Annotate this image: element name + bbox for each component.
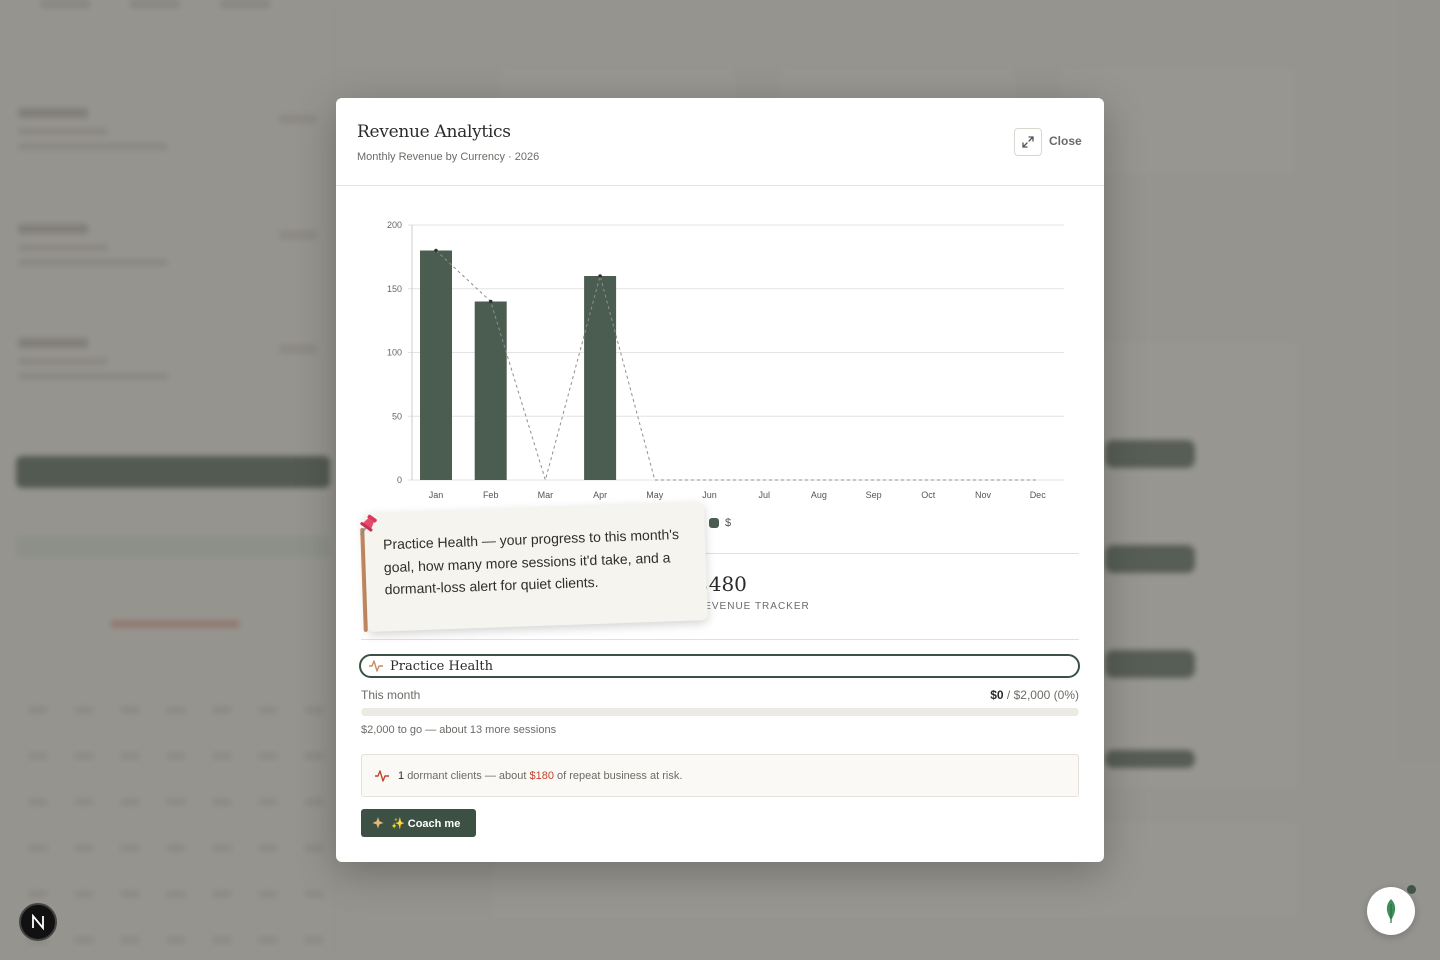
month-label: This month: [361, 688, 421, 702]
practice-health-header[interactable]: Practice Health: [359, 654, 1080, 678]
legend-swatch: [709, 518, 719, 528]
x-tick-label: Apr: [593, 490, 607, 500]
revenue-analytics-modal: Revenue Analytics Monthly Revenue by Cur…: [336, 98, 1104, 862]
goal-progress-bar: [361, 708, 1079, 716]
bar-jan: [420, 250, 452, 480]
modal-title: Revenue Analytics: [357, 122, 511, 142]
coach-me-label: ✨ Coach me: [391, 817, 461, 830]
modal-header: Revenue Analytics Monthly Revenue by Cur…: [336, 98, 1104, 186]
revenue-tracker-label: REVENUE TRACKER: [696, 601, 810, 612]
sparkle-icon: [372, 817, 384, 829]
alert-text-a: dormant clients — about: [407, 769, 527, 782]
x-tick-label: Oct: [921, 490, 936, 500]
x-tick-label: May: [646, 490, 664, 500]
dormant-alert: 1 dormant clients — about $180 of repeat…: [361, 754, 1079, 797]
onboarding-tooltip: Practice Health — your progress to this …: [364, 502, 708, 632]
x-tick-label: Jan: [429, 490, 444, 500]
coach-me-button[interactable]: ✨ Coach me: [361, 809, 476, 837]
chart-svg: 0 50 100 150 200 Jan Feb Mar Apr May Jun Jul Aug Sep O…: [387, 220, 1064, 500]
chart-legend: $: [709, 517, 731, 529]
pulse-icon: [375, 769, 389, 782]
current-amount: $0: [990, 688, 1004, 702]
tooltip-text: Practice Health — your progress to this …: [382, 526, 680, 598]
dormant-alert-text: 1 dormant clients — about $180 of repeat…: [398, 770, 682, 782]
revenue-chart: 0 50 100 150 200 Jan Feb Mar Apr May Jun Jul Aug Sep O…: [366, 208, 1076, 518]
leaf-widget-button[interactable]: [1367, 887, 1415, 935]
goal-percent: (0%): [1053, 688, 1079, 702]
at-risk-amount: $180: [529, 769, 554, 782]
pushpin-icon: [360, 514, 377, 536]
y-tick-label: 100: [387, 348, 402, 358]
x-tick-label: Sep: [866, 490, 882, 500]
legend-label: $: [725, 517, 732, 529]
modal-subtitle: Monthly Revenue by Currency · 2026: [357, 151, 540, 163]
data-point: [598, 274, 602, 278]
x-tick-label: Nov: [975, 490, 992, 500]
x-tick-label: Dec: [1030, 490, 1047, 500]
expand-button[interactable]: [1014, 128, 1042, 156]
pulse-icon: [369, 660, 383, 672]
y-tick-label: 150: [387, 284, 402, 294]
y-tick-label: 0: [397, 475, 402, 485]
x-tick-label: Aug: [811, 490, 827, 500]
leaf-icon: [1386, 899, 1396, 923]
x-tick-label: Jul: [758, 490, 770, 500]
divider: [361, 639, 1079, 640]
data-point: [434, 248, 438, 253]
practice-health-title: Practice Health: [390, 658, 494, 674]
goal-progress-text: $0 / $2,000 (0%): [990, 688, 1079, 702]
framework-badge-button[interactable]: [19, 903, 57, 941]
y-tick-label: 50: [392, 411, 402, 421]
dormant-count: 1: [398, 769, 405, 782]
trend-line: [435, 250, 1038, 482]
x-tick-label: Mar: [538, 490, 554, 500]
x-tick-label: Jun: [702, 490, 717, 500]
x-tick-label: Feb: [483, 490, 499, 500]
bar-apr: [584, 276, 617, 480]
notification-dot: [1407, 885, 1416, 894]
y-tick-label: 200: [387, 220, 402, 230]
alert-text-b: of repeat business at risk.: [557, 769, 683, 782]
data-point: [488, 299, 493, 304]
bar-feb: [474, 301, 507, 480]
goal-amount: $2,000: [1013, 688, 1051, 702]
close-button[interactable]: Close: [1049, 134, 1082, 148]
month-goal-row: This month $0 / $2,000 (0%): [361, 688, 1079, 702]
n-logo-icon: [32, 914, 44, 930]
to-go-text: $2,000 to go — about 13 more sessions: [361, 724, 557, 736]
expand-icon: [1022, 136, 1034, 148]
